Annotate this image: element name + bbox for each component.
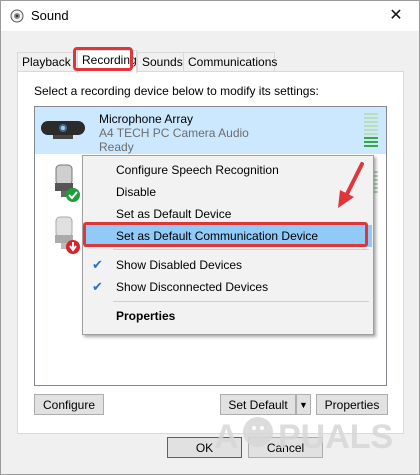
meter-bar [364,125,378,127]
meter-bar [364,117,378,119]
menu-item-label: Configure Speech Recognition [116,163,279,177]
appuals-logo-icon: A PUALS [214,417,393,456]
check-icon: ✔ [92,279,103,294]
webcam-mic-icon [41,121,85,139]
close-button[interactable]: ✕ [373,1,419,31]
meter-bar [364,129,378,131]
tab-sounds[interactable]: Sounds [137,52,187,71]
menu-item-show-disconnected[interactable]: ✔ Show Disconnected Devices [84,276,372,298]
title-bar: Sound ✕ [1,1,419,31]
menu-separator [113,249,369,250]
menu-item-label: Show Disabled Devices [116,258,243,272]
microphone-disabled-icon [55,216,80,254]
configure-button[interactable]: Configure [34,394,104,415]
meter-bar [364,145,378,147]
menu-separator [113,301,369,302]
menu-item-disable[interactable]: Disable [84,181,372,203]
tab-communications[interactable]: Communications [183,52,277,71]
recording-tab-highlight [73,47,133,71]
svg-text:A: A [214,418,239,456]
menu-item-label: Properties [116,309,176,323]
device-name: Microphone Array [99,112,194,126]
speaker-icon [10,9,24,23]
menu-item-configure-speech[interactable]: Configure Speech Recognition [84,159,372,181]
menu-item-label: Disable [116,185,157,199]
menu-item-show-disabled[interactable]: ✔ Show Disabled Devices [84,254,372,276]
tab-playback[interactable]: Playback [17,52,75,71]
level-meter [364,113,378,149]
svg-text:PUALS: PUALS [278,418,393,456]
meter-bar [364,113,378,115]
annotation-arrow-icon [338,162,364,208]
meter-bar [364,141,378,143]
instruction-text: Select a recording device below to modif… [34,84,319,98]
list-item[interactable]: Microphone Array A4 TECH PC Camera Audio… [35,107,386,154]
check-icon: ✔ [92,257,103,272]
microphone-default-icon [55,164,80,202]
device-status: Ready [99,140,134,154]
meter-bar [364,137,378,139]
menu-item-highlight [83,222,368,247]
device-driver: A4 TECH PC Camera Audio [99,126,249,140]
meter-bar [364,133,378,135]
window-title: Sound [31,8,69,23]
watermark-logo: A PUALS [206,382,406,470]
meter-bar [364,121,378,123]
menu-item-label: Show Disconnected Devices [116,280,269,294]
menu-item-properties[interactable]: Properties [84,305,372,327]
